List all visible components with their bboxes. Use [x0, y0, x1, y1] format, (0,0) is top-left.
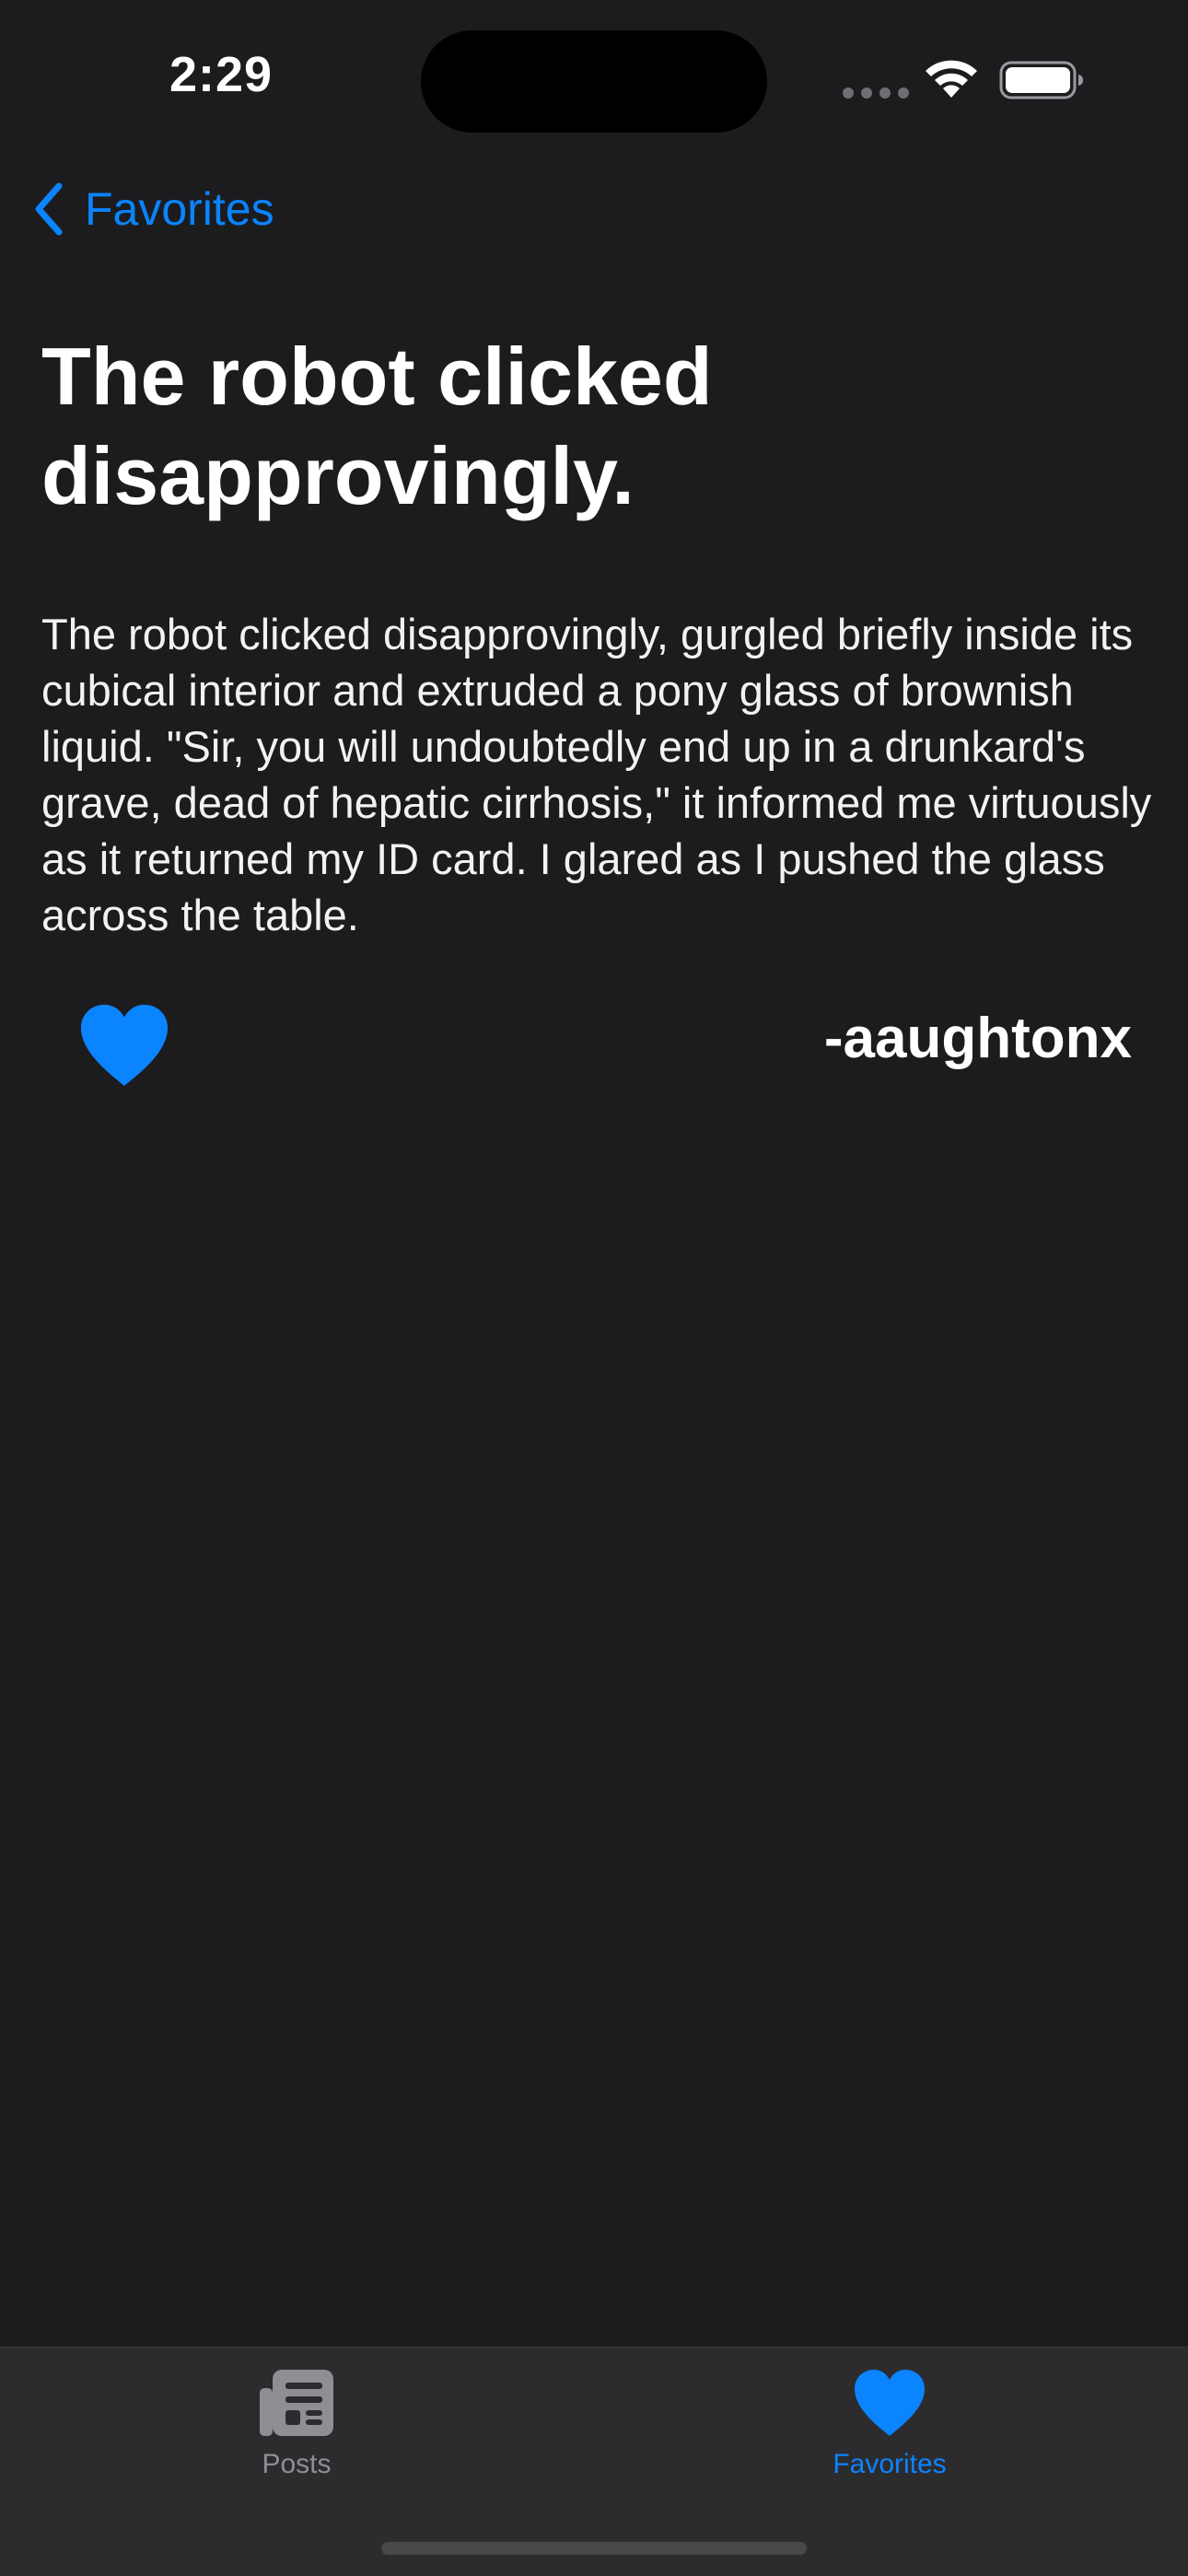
dynamic-island: [421, 30, 767, 133]
cellular-signal-icon: [843, 87, 909, 99]
chevron-left-icon: [35, 182, 63, 236]
battery-icon: [999, 61, 1083, 99]
newspaper-icon: [260, 2370, 333, 2436]
home-indicator: [381, 2542, 807, 2555]
wifi-icon: [926, 60, 977, 98]
back-button[interactable]: Favorites: [33, 177, 274, 241]
tab-posts[interactable]: Posts: [195, 2368, 398, 2480]
tab-posts-label: Posts: [262, 2449, 332, 2479]
post-author: -aaughtonx: [823, 1007, 1132, 1070]
heart-icon: [855, 2370, 925, 2436]
favorite-heart-icon[interactable]: [79, 1002, 169, 1089]
post-body: The robot clicked disapprovingly, gurgle…: [41, 610, 1152, 939]
back-label: Favorites: [85, 183, 274, 235]
status-time: 2:29: [169, 47, 274, 102]
tab-favorites[interactable]: Favorites: [788, 2368, 991, 2480]
post-title: The robot clicked disapprovingly.: [41, 331, 713, 521]
tab-favorites-label: Favorites: [833, 2449, 947, 2479]
